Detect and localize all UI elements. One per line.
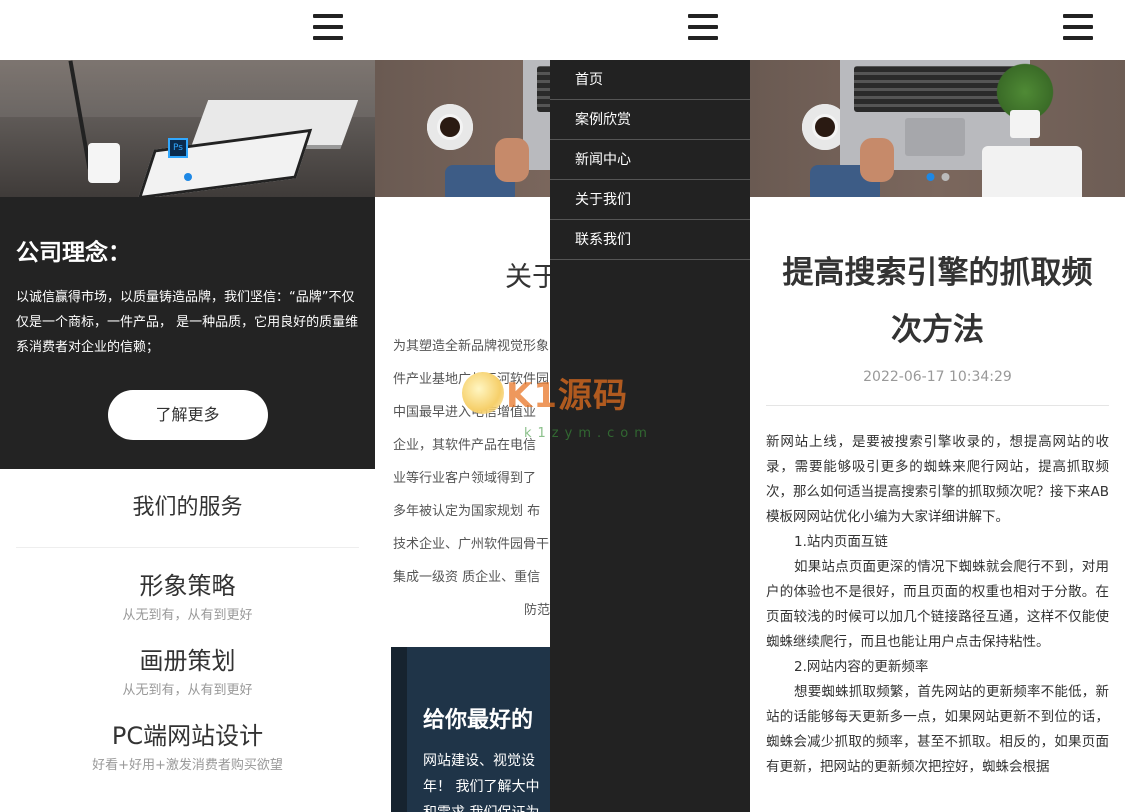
service-title: PC端网站设计 <box>111 722 264 750</box>
concept-text: 以诚信赢得市场，以质量铸造品牌，我们坚信：“品牌”不仅仅是一个商标，一件产品， … <box>16 290 359 355</box>
carousel-dots <box>926 173 949 181</box>
article-paragraph: 如果站点页面更深的情况下蜘蛛就会爬行不到，对用户的体验也不是很好，而且页面的权重… <box>766 559 1109 650</box>
banner-image <box>750 60 1125 197</box>
menu-item-home[interactable]: 首页 <box>550 60 750 100</box>
menu-item-news[interactable]: 新闻中心 <box>550 140 750 180</box>
article-paragraph: 新网站上线，是要被搜索引擎收录的，想提高网站的收录，需要能够吸引更多的蜘蛛来爬行… <box>766 434 1109 525</box>
menu-item-cases[interactable]: 案例欣赏 <box>550 100 750 140</box>
menu-item-about[interactable]: 关于我们 <box>550 180 750 220</box>
service-item[interactable]: 画册策划 从无到有，从有到更好 <box>0 645 375 698</box>
service-subtitle: 从无到有，从有到更好 <box>122 683 253 698</box>
service-subtitle: 好看+好用+激发消费者购买欲望 <box>92 758 283 773</box>
menu-item-contact[interactable]: 联系我们 <box>550 220 750 260</box>
service-title: 形象策略 <box>139 572 236 600</box>
service-item[interactable]: PC端网站设计 好看+好用+激发消费者购买欲望 <box>0 720 375 773</box>
about-line: 集成一级资 质企业、重信 <box>393 570 541 585</box>
carousel-dot[interactable] <box>941 173 949 181</box>
article-paragraph: 想要蜘蛛抓取频繁，首先网站的更新频率不能低，新站的话能够每天更新多一点，如果网站… <box>766 684 1109 775</box>
photoshop-icon: Ps <box>168 138 188 158</box>
article-subheading: 1.站内页面互链 <box>794 534 888 550</box>
header-bar <box>0 0 375 60</box>
menu-icon[interactable] <box>313 14 343 40</box>
side-menu: 首页 案例欣赏 新闻中心 关于我们 联系我们 <box>550 60 750 812</box>
banner-image: Ps <box>0 60 375 197</box>
about-text: 为其塑造全新品牌视觉形象 件产业基地广州天河软件园 中国最早进入电信增值业 企业… <box>375 330 550 627</box>
coffee-mug <box>427 104 473 150</box>
header-bar <box>750 0 1125 60</box>
concept-title: 公司理念： <box>16 240 131 266</box>
concept-section: 公司理念： 以诚信赢得市场，以质量铸造品牌，我们坚信：“品牌”不仅仅是一个商标，… <box>0 197 375 469</box>
menu-icon[interactable] <box>1063 14 1093 40</box>
learn-more-button[interactable]: 了解更多 <box>107 390 268 440</box>
about-line: 企业，其软件产品在电信 <box>393 438 537 453</box>
article-body: 新网站上线，是要被搜索引擎收录的，想提高网站的收录，需要能够吸引更多的蜘蛛来爬行… <box>750 406 1125 780</box>
carousel-dots <box>183 173 192 181</box>
about-line: 中国最早进入电信增值业 <box>393 405 537 420</box>
carousel-dot-active[interactable] <box>926 173 934 181</box>
services-title: 我们的服务 <box>16 489 359 548</box>
phone-screen-article: 提高搜索引擎的抓取频次方法 2022-06-17 10:34:29 新网站上线，… <box>750 0 1125 812</box>
about-line: 业等行业客户领域得到了 <box>393 471 537 486</box>
article-subheading: 2.网站内容的更新频率 <box>794 659 929 675</box>
about-line: 技术企业、广州软件园骨干 <box>393 537 550 552</box>
about-line: 多年被认定为国家规划 布 <box>393 504 541 519</box>
header-bar <box>375 0 750 60</box>
about-line: 防范 <box>523 603 550 618</box>
about-line: 件产业基地广州天河软件园 <box>393 372 550 387</box>
service-item[interactable]: 形象策略 从无到有，从有到更好 <box>0 570 375 623</box>
article-title: 提高搜索引擎的抓取频次方法 <box>782 255 1093 348</box>
phone-screen-home: Ps 公司理念： 以诚信赢得市场，以质量铸造品牌，我们坚信：“品牌”不仅仅是一个… <box>0 0 375 812</box>
carousel-dot-active[interactable] <box>183 173 192 181</box>
article-date: 2022-06-17 10:34:29 <box>863 369 1012 385</box>
service-title: 画册策划 <box>139 647 236 675</box>
about-line: 为其塑造全新品牌视觉形象 <box>393 339 550 354</box>
services-section: 我们的服务 形象策略 从无到有，从有到更好 画册策划 从无到有，从有到更好 PC… <box>0 469 375 773</box>
menu-icon[interactable] <box>688 14 718 40</box>
service-subtitle: 从无到有，从有到更好 <box>122 608 253 623</box>
drawing-tablet <box>982 146 1082 197</box>
